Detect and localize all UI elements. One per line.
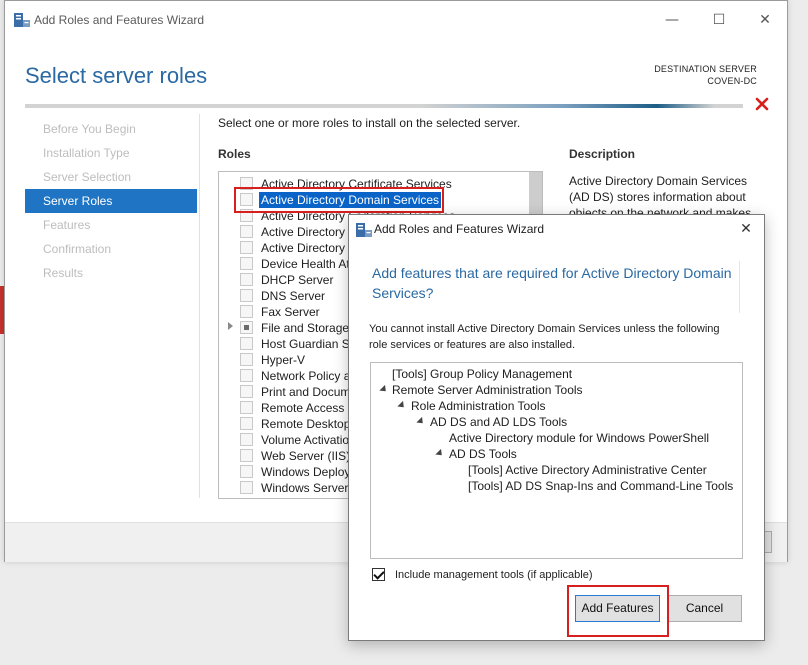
destination-server-name: COVEN-DC bbox=[707, 76, 757, 86]
role-label: Device Health At bbox=[261, 257, 350, 271]
role-label: Remote Access bbox=[261, 401, 345, 415]
role-checkbox[interactable] bbox=[240, 305, 253, 318]
role-checkbox[interactable] bbox=[240, 337, 253, 350]
role-checkbox[interactable] bbox=[240, 241, 253, 254]
add-features-dialog: Add Roles and Features Wizard ✕ Add feat… bbox=[348, 214, 765, 641]
role-label: Remote Desktop bbox=[261, 417, 351, 431]
role-label: Network Policy a bbox=[261, 369, 351, 383]
role-checkbox[interactable] bbox=[240, 481, 253, 494]
required-features-tree[interactable]: [Tools] Group Policy Management Remote S… bbox=[370, 362, 743, 559]
expand-triangle-icon[interactable] bbox=[379, 384, 389, 395]
dialog-titlebar: Add Roles and Features Wizard ✕ bbox=[349, 215, 764, 243]
role-checkbox[interactable] bbox=[240, 465, 253, 478]
description-heading: Description bbox=[569, 147, 636, 161]
tree-item: [Tools] AD DS Snap-Ins and Command-Line … bbox=[468, 479, 734, 493]
role-checkbox[interactable] bbox=[240, 401, 253, 414]
role-checkbox[interactable] bbox=[240, 321, 253, 334]
main-titlebar: Add Roles and Features Wizard — ☐ ✕ bbox=[5, 1, 787, 39]
tree-item: Role Administration Tools bbox=[411, 399, 546, 413]
expand-triangle-icon[interactable] bbox=[397, 400, 407, 411]
dialog-title: Add Roles and Features Wizard bbox=[374, 222, 545, 236]
role-checkbox[interactable] bbox=[240, 273, 253, 286]
roles-instruction: Select one or more roles to install on t… bbox=[218, 116, 521, 130]
roles-heading: Roles bbox=[218, 147, 251, 161]
tree-item: [Tools] Active Directory Administrative … bbox=[468, 463, 707, 477]
role-label: Active Directory bbox=[261, 241, 346, 255]
server-manager-icon bbox=[356, 223, 372, 237]
role-label: DHCP Server bbox=[261, 273, 334, 287]
tree-item: AD DS and AD LDS Tools bbox=[430, 415, 568, 429]
role-checkbox[interactable] bbox=[240, 417, 253, 430]
nav-item-features[interactable]: Features bbox=[25, 213, 197, 237]
maximize-icon[interactable]: ☐ bbox=[709, 11, 729, 29]
expand-triangle-icon[interactable] bbox=[416, 416, 426, 427]
close-window-icon[interactable]: ✕ bbox=[755, 11, 775, 29]
tree-item: Remote Server Administration Tools bbox=[392, 383, 583, 397]
role-label: Fax Server bbox=[261, 305, 320, 319]
expand-arrow-icon[interactable] bbox=[228, 322, 233, 330]
description-text: Active Directory Domain Services (AD DS)… bbox=[569, 174, 752, 219]
dialog-heading: Add features that are required for Activ… bbox=[372, 265, 732, 301]
main-footer-button-edge[interactable] bbox=[765, 531, 772, 553]
destination-label: DESTINATION SERVER bbox=[654, 64, 757, 74]
nav-item-before-you-begin[interactable]: Before You Begin bbox=[25, 117, 197, 141]
expand-triangle-icon[interactable] bbox=[435, 448, 445, 459]
red-x-icon bbox=[755, 97, 769, 111]
role-label: Active Directory bbox=[261, 225, 346, 239]
cancel-button[interactable]: Cancel bbox=[667, 595, 742, 622]
role-label: Print and Docum bbox=[261, 385, 351, 399]
role-checkbox[interactable] bbox=[240, 353, 253, 366]
highlight-add-features bbox=[567, 585, 669, 637]
role-label: Windows Server bbox=[261, 481, 349, 495]
role-checkbox[interactable] bbox=[240, 385, 253, 398]
role-label: Web Server (IIS) bbox=[261, 449, 351, 463]
header-accent-bar bbox=[25, 104, 743, 108]
tree-item: AD DS Tools bbox=[449, 447, 517, 461]
role-label: DNS Server bbox=[261, 289, 326, 303]
role-label: File and Storage bbox=[261, 321, 350, 335]
nav-item-installation-type[interactable]: Installation Type bbox=[25, 141, 197, 165]
roles-scrollbar-thumb[interactable] bbox=[529, 172, 542, 216]
role-checkbox[interactable] bbox=[240, 257, 253, 270]
role-checkbox[interactable] bbox=[240, 289, 253, 302]
role-label: Hyper-V bbox=[261, 353, 306, 367]
main-window-title: Add Roles and Features Wizard bbox=[34, 13, 205, 27]
role-label: Windows Deploy bbox=[261, 465, 351, 479]
dialog-close-icon[interactable]: ✕ bbox=[738, 220, 754, 238]
tree-item: Active Directory module for Windows Powe… bbox=[449, 431, 710, 445]
destination-server: DESTINATION SERVER COVEN-DC bbox=[654, 63, 757, 87]
role-checkbox[interactable] bbox=[240, 449, 253, 462]
server-manager-icon bbox=[14, 13, 30, 27]
role-label: Host Guardian Se bbox=[261, 337, 357, 351]
nav-item-server-selection[interactable]: Server Selection bbox=[25, 165, 197, 189]
nav-item-server-roles[interactable]: Server Roles bbox=[25, 189, 197, 213]
page-title: Select server roles bbox=[25, 63, 208, 88]
dialog-heading-divider bbox=[739, 261, 740, 313]
include-tools-label: Include management tools (if applicable) bbox=[395, 569, 593, 581]
nav-divider bbox=[199, 114, 200, 498]
role-checkbox[interactable] bbox=[240, 433, 253, 446]
role-label: Volume Activatio bbox=[261, 433, 350, 447]
role-checkbox[interactable] bbox=[240, 369, 253, 382]
nav-item-results[interactable]: Results bbox=[25, 261, 197, 285]
highlight-selected-role bbox=[234, 187, 444, 213]
role-checkbox[interactable] bbox=[240, 225, 253, 238]
tree-item: [Tools] Group Policy Management bbox=[392, 367, 573, 381]
nav-item-confirmation[interactable]: Confirmation bbox=[25, 237, 197, 261]
wizard-nav: Before You Begin Installation Type Serve… bbox=[25, 117, 197, 285]
minimize-icon[interactable]: — bbox=[662, 11, 682, 29]
dialog-message: You cannot install Active Directory Doma… bbox=[369, 323, 720, 351]
include-tools-checkbox[interactable] bbox=[372, 568, 385, 581]
